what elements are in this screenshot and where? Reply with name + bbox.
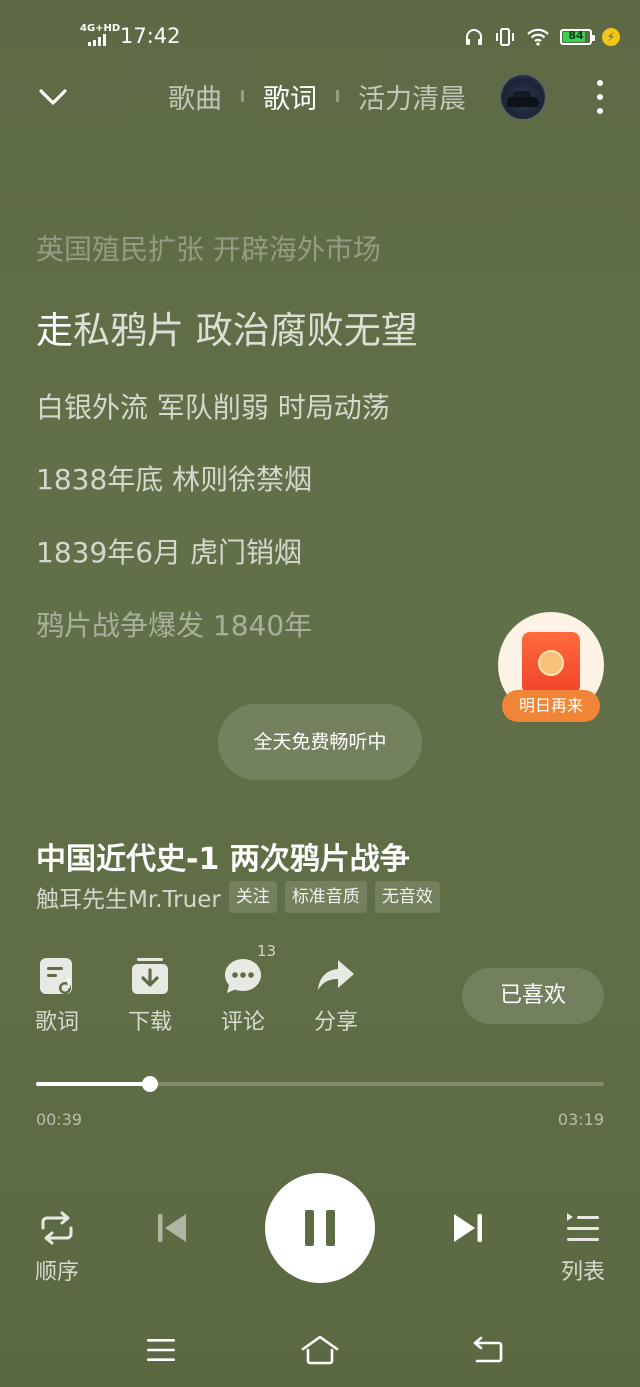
lyrics-icon xyxy=(40,958,72,994)
avatar[interactable] xyxy=(500,74,546,120)
playlist-button[interactable]: 列表 xyxy=(554,1208,612,1286)
menu-icon[interactable] xyxy=(141,1330,181,1370)
more-options-icon[interactable] xyxy=(590,80,610,114)
download-label: 下载 xyxy=(127,1010,172,1035)
total-time: 03:19 xyxy=(557,1110,604,1129)
progress-played xyxy=(36,1082,150,1086)
status-bar: 4G+HD 17:42 84 ⚡ xyxy=(0,22,640,52)
tab-divider xyxy=(241,90,244,102)
comment-count: 13 xyxy=(257,942,277,960)
network-type: 4G+HD xyxy=(80,23,121,34)
audio-quality-chip[interactable]: 标准音质 xyxy=(284,881,367,913)
artist-row: 触耳先生Mr.Truer 关注 标准音质 无音效 xyxy=(36,880,440,914)
sound-effect-chip[interactable]: 无音效 xyxy=(374,881,440,913)
wifi-icon xyxy=(527,28,549,46)
charging-icon: ⚡ xyxy=(602,28,620,46)
red-packet-label: 明日再来 xyxy=(502,690,600,722)
play-mode-button[interactable]: 顺序 xyxy=(28,1208,86,1286)
lyric-line[interactable]: 英国殖民扩张 开辟海外市场 xyxy=(36,228,381,268)
current-time: 00:39 xyxy=(36,1110,83,1129)
lyric-line-current[interactable]: 走私鸦片 政治腐败无望 xyxy=(36,300,418,354)
share-icon xyxy=(318,960,354,990)
lyric-rest: 私鸦片 政治腐败无望 xyxy=(73,309,418,352)
free-listening-badge[interactable]: 全天免费畅听中 xyxy=(218,704,422,780)
tab-song[interactable]: 歌曲 xyxy=(168,77,222,116)
signal-icon xyxy=(88,34,112,46)
lyric-line[interactable]: 1838年底 林则徐禁烟 xyxy=(36,458,312,498)
playlist-label: 列表 xyxy=(560,1260,605,1285)
play-mode-label: 顺序 xyxy=(34,1260,79,1285)
playlist-icon xyxy=(567,1213,599,1241)
top-tabs: 歌曲 歌词 活力清晨 xyxy=(168,76,466,116)
tab-divider xyxy=(336,90,339,102)
comment-icon xyxy=(225,959,261,993)
battery-level: 84 xyxy=(568,29,584,42)
lyrics-label: 歌词 xyxy=(34,1010,79,1035)
headphones-icon xyxy=(466,29,482,45)
download-button[interactable]: 下载 xyxy=(120,956,180,1036)
back-icon[interactable] xyxy=(468,1330,508,1370)
clock: 17:42 xyxy=(120,24,181,48)
comments-button[interactable]: 评论 xyxy=(213,956,273,1036)
home-icon[interactable] xyxy=(300,1330,340,1370)
red-packet-widget[interactable]: 明日再来 xyxy=(498,612,604,722)
pause-bar xyxy=(326,1210,335,1246)
lyric-highlight: 走 xyxy=(36,309,73,352)
song-title: 中国近代史-1 两次鸦片战争 xyxy=(36,842,410,877)
lyric-line[interactable]: 鸦片战争爆发 1840年 xyxy=(36,604,312,644)
progress-track[interactable] xyxy=(36,1082,604,1086)
pause-bar xyxy=(305,1210,314,1246)
comments-label: 评论 xyxy=(220,1010,265,1035)
red-envelope-icon xyxy=(522,632,580,694)
progress-knob[interactable] xyxy=(141,1076,158,1092)
status-icons: 84 ⚡ xyxy=(464,24,620,50)
share-label: 分享 xyxy=(313,1010,358,1035)
collapse-chevron-icon[interactable] xyxy=(36,80,70,114)
previous-icon[interactable] xyxy=(154,1210,190,1246)
lyric-line[interactable]: 白银外流 军队削弱 时局动荡 xyxy=(36,386,390,426)
share-button[interactable]: 分享 xyxy=(306,956,366,1036)
next-icon[interactable] xyxy=(450,1210,486,1246)
repeat-icon xyxy=(41,1211,73,1245)
vibrate-icon xyxy=(496,28,514,46)
tab-lyrics[interactable]: 歌词 xyxy=(263,77,317,116)
lyric-line[interactable]: 1839年6月 虎门销烟 xyxy=(36,531,302,571)
artist-name[interactable]: 触耳先生Mr.Truer xyxy=(36,880,221,914)
battery-icon: 84 xyxy=(560,29,595,45)
liked-button[interactable]: 已喜欢 xyxy=(462,968,604,1024)
tab-morning[interactable]: 活力清晨 xyxy=(358,77,466,116)
follow-button[interactable]: 关注 xyxy=(228,881,277,913)
lyrics-button[interactable]: 歌词 xyxy=(27,956,87,1036)
pause-button[interactable] xyxy=(265,1173,375,1283)
download-icon xyxy=(132,958,168,994)
